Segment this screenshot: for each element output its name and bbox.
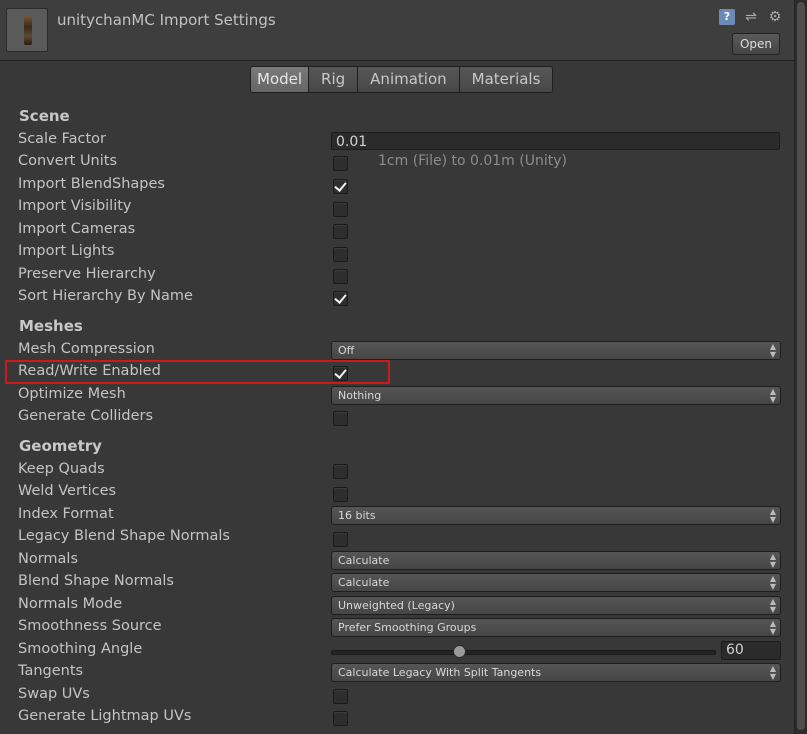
scale-factor-field[interactable]: 0.01 [331,132,780,150]
import-lights-label: Import Lights [18,243,115,259]
inspector-title: unitychanMC Import Settings [57,11,276,29]
normals-label: Normals [18,551,79,567]
optimize-mesh-dropdown[interactable]: Nothing ▲ ▼ [331,386,781,405]
generate-lightmap-label: Generate Lightmap UVs [18,708,192,724]
dropdown-arrows-icon: ▲ ▼ [769,386,776,404]
tab-animation[interactable]: Animation [358,67,460,92]
highlight-box [5,360,390,384]
section-meshes: Meshes [19,317,83,335]
convert-units-note: 1cm (File) to 0.01m (Unity) [378,153,567,169]
legacy-blend-checkbox[interactable] [333,532,348,547]
weld-vertices-label: Weld Vertices [18,483,117,499]
normals-dropdown[interactable]: Calculate ▲ ▼ [331,551,781,570]
vertical-scrollbar[interactable] [794,0,807,734]
normals-mode-dropdown[interactable]: Unweighted (Legacy) ▲ ▼ [331,596,781,615]
keep-quads-label: Keep Quads [18,461,105,477]
index-format-dropdown[interactable]: 16 bits ▲ ▼ [331,506,781,525]
blend-normals-dropdown[interactable]: Calculate ▲ ▼ [331,573,781,592]
import-cameras-checkbox[interactable] [333,224,348,239]
index-format-value: 16 bits [338,509,376,522]
smoothing-angle-track[interactable] [331,650,716,655]
dropdown-arrows-icon: ▲ ▼ [769,341,776,359]
tab-model[interactable]: Model [251,67,310,92]
generate-colliders-label: Generate Colliders [18,408,154,424]
normals-mode-label: Normals Mode [18,596,123,612]
section-scene: Scene [19,107,70,125]
dropdown-arrows-icon: ▲ ▼ [769,663,776,681]
mesh-compression-value: Off [338,344,355,357]
tangents-value: Calculate Legacy With Split Tangents [338,666,542,679]
import-lights-checkbox[interactable] [333,247,348,262]
dropdown-arrows-icon: ▲ ▼ [769,618,776,636]
optimize-mesh-value: Nothing [338,389,382,402]
import-blendshapes-checkbox[interactable] [333,179,348,194]
blend-normals-label: Blend Shape Normals [18,573,174,589]
convert-units-checkbox[interactable] [333,156,348,171]
convert-units-label: Convert Units [18,153,118,169]
normals-value: Calculate [338,554,390,567]
preserve-hierarchy-checkbox[interactable] [333,269,348,284]
dropdown-arrows-icon: ▲ ▼ [769,573,776,591]
tangents-dropdown[interactable]: Calculate Legacy With Split Tangents ▲ ▼ [331,663,781,682]
smoothness-source-value: Prefer Smoothing Groups [338,621,477,634]
section-geometry: Geometry [19,437,102,455]
smoothing-angle-knob[interactable] [452,645,466,658]
optimize-mesh-label: Optimize Mesh [18,386,126,402]
keep-quads-checkbox[interactable] [333,464,348,479]
preset-icon[interactable]: ⇌ [743,9,759,25]
swap-uvs-checkbox[interactable] [333,689,348,704]
swap-uvs-label: Swap UVs [18,686,90,702]
import-blendshapes-label: Import BlendShapes [18,176,165,192]
dropdown-arrows-icon: ▲ ▼ [769,551,776,569]
import-visibility-label: Import Visibility [18,198,132,214]
generate-colliders-checkbox[interactable] [333,411,348,426]
normals-mode-value: Unweighted (Legacy) [338,599,455,612]
smoothness-source-label: Smoothness Source [18,618,162,634]
tab-materials[interactable]: Materials [459,67,553,92]
import-cameras-label: Import Cameras [18,221,136,237]
tab-rig[interactable]: Rig [309,67,359,92]
smoothing-angle-label: Smoothing Angle [18,641,143,657]
mesh-compression-label: Mesh Compression [18,341,155,357]
sort-hierarchy-label: Sort Hierarchy By Name [18,288,193,304]
import-tabs: Model Rig Animation Materials [250,66,554,93]
preserve-hierarchy-label: Preserve Hierarchy [18,266,156,282]
gear-icon[interactable]: ⚙ [767,9,783,25]
mesh-compression-dropdown[interactable]: Off ▲ ▼ [331,341,781,360]
inspector-header: unitychanMC Import Settings ? ⇌ ⚙ Open [0,0,795,61]
help-icon[interactable]: ? [719,9,735,25]
import-visibility-checkbox[interactable] [333,202,348,217]
scale-factor-label: Scale Factor [18,131,107,147]
legacy-blend-label: Legacy Blend Shape Normals [18,528,230,544]
weld-vertices-checkbox[interactable] [333,487,348,502]
model-thumbnail [6,8,48,52]
dropdown-arrows-icon: ▲ ▼ [769,596,776,614]
tangents-label: Tangents [18,663,84,679]
dropdown-arrows-icon: ▲ ▼ [769,506,776,524]
generate-lightmap-checkbox[interactable] [333,711,348,726]
blend-normals-value: Calculate [338,576,390,589]
index-format-label: Index Format [18,506,114,522]
sort-hierarchy-checkbox[interactable] [333,291,348,306]
smoothing-angle-field[interactable]: 60 [721,641,781,660]
open-button[interactable]: Open [731,33,780,55]
smoothness-source-dropdown[interactable]: Prefer Smoothing Groups ▲ ▼ [331,618,781,637]
